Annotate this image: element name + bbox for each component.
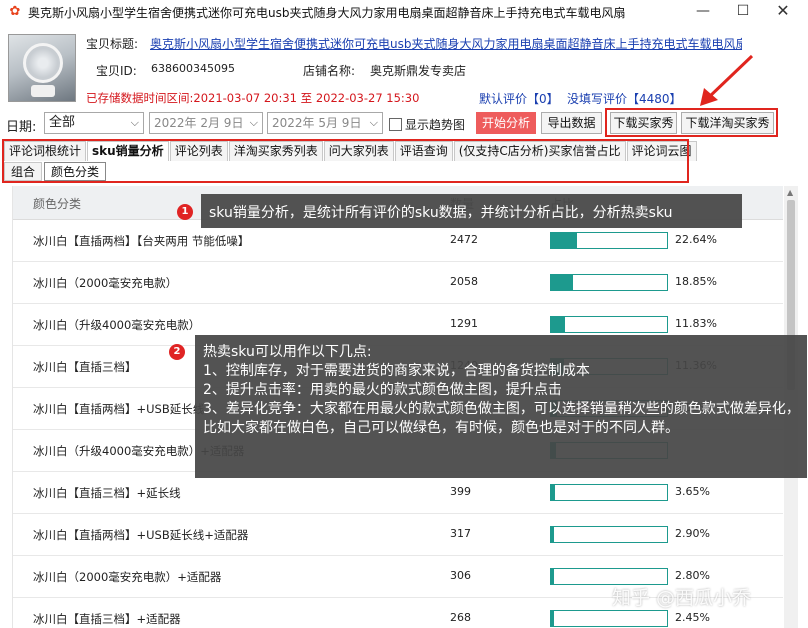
tab-2[interactable]: 评论列表 <box>169 141 228 161</box>
subtab-0[interactable]: 组合 <box>4 162 43 181</box>
ratio-percent: 3.65% <box>675 485 710 498</box>
fan-head-graphic <box>23 43 63 83</box>
product-image <box>8 34 76 102</box>
tab-1[interactable]: sku销量分析 <box>87 141 169 161</box>
show-trend-label: 显示趋势图 <box>405 118 466 132</box>
title-label: 宝贝标题: <box>86 37 139 51</box>
annotation-tooltip-1: sku销量分析，是统计所有评价的sku数据，并统计分析占比，分析热卖sku <box>201 194 742 228</box>
sales-count: 306 <box>450 569 471 582</box>
tab-5[interactable]: 评语查询 <box>394 141 453 161</box>
main-tabs: 评论词根统计 sku销量分析 评论列表 洋淘买家秀列表 问大家列表 评语查询 (仅支持C店分… <box>4 141 698 161</box>
color-variant-name: 冰川白（升级4000毫安充电款） <box>33 318 201 332</box>
color-variant-name: 冰川白（2000毫安充电款）+适配器 <box>33 570 222 584</box>
annotation-text-2-line-0: 热卖sku可以用作以下几点: <box>203 344 372 360</box>
tab-4[interactable]: 问大家列表 <box>323 141 394 161</box>
date-to-picker[interactable]: 2022年 5月 9日 ⌵ <box>267 112 383 134</box>
ratio-bar-fill <box>551 233 577 248</box>
chevron-down-icon: ⌵ <box>369 116 378 129</box>
column-header-color[interactable]: 颜色分类 <box>33 195 81 212</box>
ratio-bar-fill <box>551 485 555 500</box>
color-variant-name: 冰川白【直插两档】+USB延长线 <box>33 402 205 416</box>
fan-base-graphic <box>31 85 55 97</box>
color-variant-name: 冰川白【直插两档】【台夹两用 节能低噪】 <box>33 234 250 248</box>
category-select-value: 全部 <box>49 115 76 130</box>
ratio-bar-fill <box>551 611 554 626</box>
subtab-1[interactable]: 颜色分类 <box>44 162 107 181</box>
title-bar: ✿ 奥克斯小风扇小型学生宿舍便携式迷你可充电usb夹式随身大风力家用电扇桌面超静… <box>0 0 808 24</box>
annotation-text-1: sku销量分析，是统计所有评价的sku数据，并统计分析占比，分析热卖sku <box>209 205 673 221</box>
sales-count: 399 <box>450 485 471 498</box>
tab-0[interactable]: 评论词根统计 <box>4 141 87 161</box>
product-title-link[interactable]: 奥克斯小风扇小型学生宿舍便携式迷你可充电usb夹式随身大风力家用电扇桌面超静音床… <box>150 35 742 52</box>
start-analysis-button[interactable]: 开始分析 <box>476 112 536 134</box>
annotation-text-2-line-3: 3、差异化竞争：大家都在用最火的款式颜色做主图，可以选择销量稍次些的颜色款式做差… <box>203 401 800 436</box>
chevron-down-icon: ⌵ <box>249 116 258 129</box>
show-trend-checkbox[interactable] <box>389 118 402 131</box>
annotation-badge-2: 2 <box>169 344 185 360</box>
ratio-bar-fill <box>551 569 554 584</box>
annotation-text-2-line-1: 1、控制库存，对于需要进货的商家来说，合理的备货控制成本 <box>203 363 590 379</box>
ratio-bar <box>550 316 668 333</box>
ratio-bar <box>550 526 668 543</box>
chevron-down-icon: ⌵ <box>130 116 139 129</box>
maximize-button[interactable]: ☐ <box>723 0 763 24</box>
color-variant-name: 冰川白【直插两档】+USB延长线+适配器 <box>33 528 249 542</box>
window-title: 奥克斯小风扇小型学生宿舍便携式迷你可充电usb夹式随身大风力家用电扇桌面超静音床… <box>28 5 626 20</box>
sales-count: 1291 <box>450 317 478 330</box>
id-label: 宝贝ID: <box>96 64 137 78</box>
tab-3[interactable]: 洋淘买家秀列表 <box>228 141 323 161</box>
ratio-bar-fill <box>551 527 554 542</box>
tab-7[interactable]: 评论词云图 <box>626 141 697 161</box>
unwritten-reviews-count: 没填写评价【4480】 <box>567 92 682 106</box>
date-from-value: 2022年 2月 9日 <box>154 116 244 130</box>
scroll-up-icon[interactable]: ▲ <box>787 188 793 197</box>
annotation-badge-1: 1 <box>177 204 193 220</box>
export-data-button[interactable]: 导出数据 <box>541 112 602 134</box>
download-buyer-show-button[interactable]: 下载买家秀 <box>610 112 677 134</box>
color-variant-name: 冰川白【直插三档】+延长线 <box>33 486 181 500</box>
sales-count: 317 <box>450 527 471 540</box>
date-to-value: 2022年 5月 9日 <box>272 116 362 130</box>
minimize-button[interactable]: — <box>683 0 723 24</box>
ratio-bar-fill <box>551 317 565 332</box>
ratio-percent: 2.80% <box>675 569 710 582</box>
download-foreign-buyer-show-button[interactable]: 下载洋淘买家秀 <box>681 112 774 134</box>
shop-label: 店铺名称: <box>303 64 356 78</box>
ratio-percent: 18.85% <box>675 275 717 288</box>
product-id: 638600345095 <box>151 62 235 75</box>
app-flower-icon: ✿ <box>9 4 21 19</box>
annotation-tooltip-2: 热卖sku可以用作以下几点: 1、控制库存，对于需要进货的商家来说，合理的备货控… <box>195 335 807 478</box>
ratio-bar <box>550 274 668 291</box>
ratio-bar <box>550 484 668 501</box>
sub-tabs: 组合 颜色分类 <box>4 162 108 182</box>
red-arrow-annotation <box>700 54 754 106</box>
ratio-percent: 11.83% <box>675 317 717 330</box>
date-from-picker[interactable]: 2022年 2月 9日 ⌵ <box>149 112 263 134</box>
ratio-bar-fill <box>551 275 573 290</box>
ratio-percent: 2.90% <box>675 527 710 540</box>
color-variant-name: 冰川白【直插三档】 <box>33 360 137 374</box>
ratio-bar <box>550 610 668 627</box>
category-select[interactable]: 全部 ⌵ <box>44 112 144 134</box>
ratio-bar <box>550 232 668 249</box>
table-row[interactable]: 冰川白【直插三档】+延长线 399 3.65% <box>13 472 783 514</box>
ratio-percent: 22.64% <box>675 233 717 246</box>
color-variant-name: 冰川白（2000毫安充电款） <box>33 276 178 290</box>
watermark-text: 知乎 @西瓜小乔 <box>612 587 752 609</box>
annotation-text-2-line-2: 2、提升点击率：用卖的最火的款式颜色做主图，提升点击 <box>203 382 562 398</box>
date-label: 日期: <box>6 120 37 135</box>
table-row[interactable]: 冰川白【直插两档】+USB延长线+适配器 317 2.90% <box>13 514 783 556</box>
close-button[interactable]: ✕ <box>763 0 803 24</box>
data-range-text: 已存储数据时间区间:2021-03-07 20:31 至 2022-03-27 … <box>86 91 420 105</box>
sales-count: 2058 <box>450 275 478 288</box>
color-variant-name: 冰川白【直插三档】+适配器 <box>33 612 181 626</box>
sales-count: 268 <box>450 611 471 624</box>
ratio-percent: 2.45% <box>675 611 710 624</box>
default-reviews-count: 默认评价【0】 <box>479 92 559 106</box>
sales-count: 2472 <box>450 233 478 246</box>
tab-6[interactable]: (仅支持C店分析)买家信誉占比 <box>453 141 626 161</box>
shop-name: 奥克斯鼎发专卖店 <box>370 64 467 78</box>
table-row[interactable]: 冰川白（2000毫安充电款） 2058 18.85% <box>13 262 783 304</box>
